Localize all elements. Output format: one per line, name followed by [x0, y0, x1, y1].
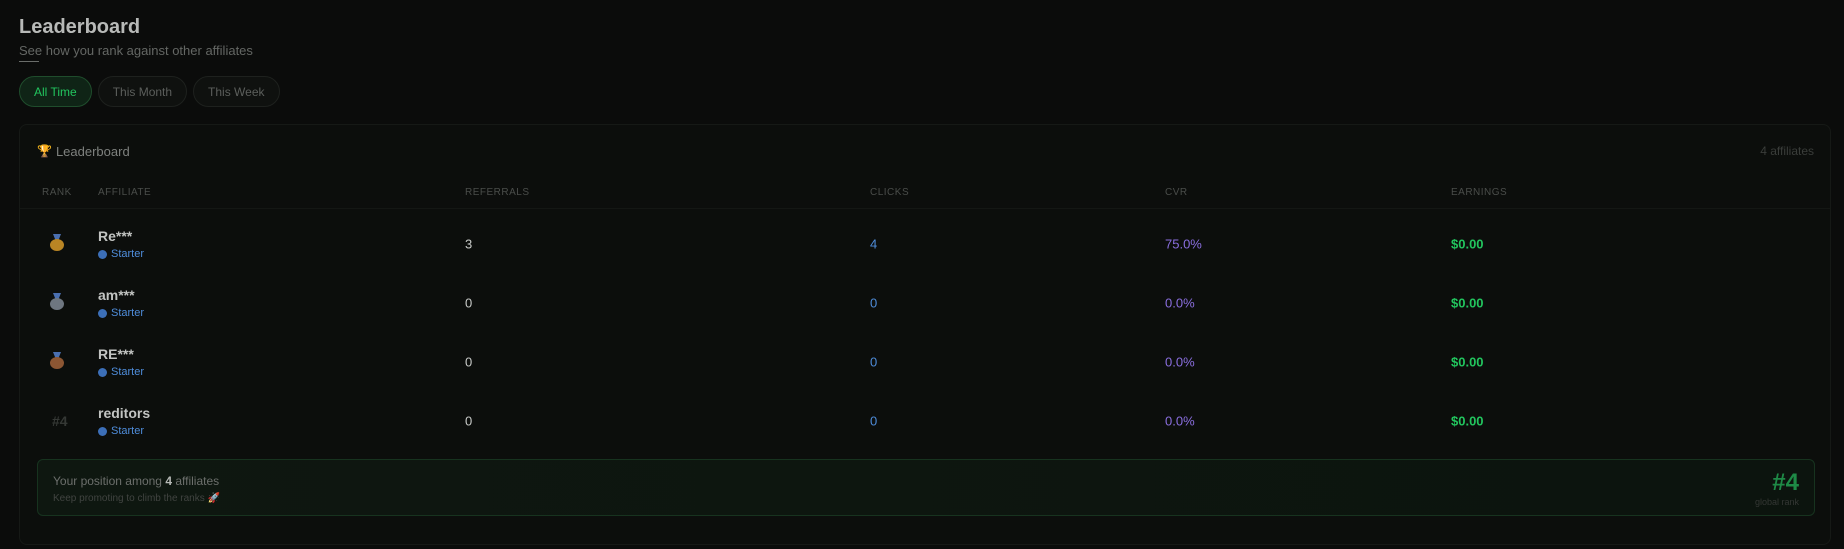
column-cvr: CVR — [1165, 187, 1188, 198]
referrals-value: 0 — [465, 354, 473, 370]
referrals-value: 0 — [465, 413, 473, 429]
affiliate-name: RE*** — [98, 346, 134, 362]
tier-badge: Starter — [98, 366, 144, 378]
cvr-value: 75.0% — [1165, 236, 1202, 252]
tier-label: Starter — [111, 307, 145, 319]
card-title: 🏆 Leaderboard — [37, 144, 130, 159]
earnings-value: $0.00 — [1451, 413, 1484, 429]
rank-number: #4 — [52, 413, 68, 429]
card-title-text: Leaderboard — [55, 143, 130, 159]
earnings-value: $0.00 — [1451, 236, 1484, 252]
your-position-panel: Your position among 4 affiliates Keep pr… — [37, 459, 1815, 516]
affiliate-count: 4 affiliates — [1760, 144, 1814, 158]
table-row[interactable]: #4 reditors Starter 0 0 0.0% $0.00 — [20, 392, 1830, 450]
page-subtitle: See how you rank against other affiliate… — [19, 43, 253, 62]
cvr-value: 0.0% — [1165, 413, 1195, 429]
global-rank-label: global rank — [1754, 497, 1799, 507]
position-hint: Keep promoting to climb the ranks 🚀 — [53, 493, 220, 504]
column-clicks: CLICKS — [870, 187, 910, 198]
referrals-value: 0 — [465, 295, 473, 311]
period-tabs: All Time This Month This Week — [19, 76, 1825, 107]
clicks-value: 0 — [870, 354, 878, 370]
page-title: Leaderboard — [19, 16, 141, 38]
tier-label: Starter — [111, 425, 145, 437]
tier-label: Starter — [111, 248, 145, 260]
affiliate-cell: RE*** Starter — [98, 346, 144, 378]
tier-dot-icon — [98, 367, 107, 377]
column-referrals: REFERRALS — [465, 187, 530, 198]
global-rank-value: #4 — [1772, 469, 1799, 496]
position-summary: Your position among 4 affiliates — [53, 474, 219, 488]
tier-dot-icon — [98, 308, 107, 318]
affiliate-name: am*** — [98, 287, 135, 303]
clicks-value: 4 — [870, 236, 878, 252]
position-prefix: Your position among — [53, 474, 162, 488]
table-row[interactable]: am*** Starter 0 0 0.0% $0.00 — [20, 274, 1830, 332]
leaderboard-page: Leaderboard See how you rank against oth… — [0, 0, 1844, 549]
trophy-icon: 🏆 — [37, 144, 52, 158]
referrals-value: 3 — [465, 236, 473, 252]
position-count: 4 — [165, 474, 172, 488]
column-earnings: EARNINGS — [1451, 187, 1508, 198]
card-header: 🏆 Leaderboard 4 affiliates — [37, 143, 1814, 159]
table-header: RANK AFFILIATE REFERRALS CLICKS CVR EARN… — [20, 187, 1830, 209]
position-suffix: affiliates — [175, 474, 220, 488]
affiliate-cell: reditors Starter — [98, 405, 150, 437]
earnings-value: $0.00 — [1451, 295, 1484, 311]
tier-dot-icon — [98, 426, 107, 436]
tab-this-month[interactable]: This Month — [97, 76, 188, 107]
tier-dot-icon — [98, 249, 107, 259]
clicks-value: 0 — [870, 413, 878, 429]
affiliate-name: reditors — [98, 405, 151, 421]
affiliate-cell: am*** Starter — [98, 287, 144, 319]
column-rank: RANK — [42, 187, 72, 198]
column-affiliate: AFFILIATE — [98, 187, 152, 198]
silver-medal-icon — [47, 293, 67, 313]
cvr-value: 0.0% — [1165, 354, 1195, 370]
table-row[interactable]: RE*** Starter 0 0 0.0% $0.00 — [20, 333, 1830, 391]
earnings-value: $0.00 — [1451, 354, 1484, 370]
tier-badge: Starter — [98, 248, 144, 260]
affiliate-name: Re*** — [98, 228, 133, 244]
clicks-value: 0 — [870, 295, 878, 311]
tab-all-time[interactable]: All Time — [19, 76, 92, 107]
tab-this-week[interactable]: This Week — [193, 76, 280, 107]
gold-medal-icon — [47, 234, 67, 254]
leaderboard-card: 🏆 Leaderboard 4 affiliates RANK AFFILIAT… — [19, 124, 1831, 545]
affiliate-cell: Re*** Starter — [98, 228, 144, 260]
bronze-medal-icon — [47, 352, 67, 372]
cvr-value: 0.0% — [1165, 295, 1195, 311]
tier-label: Starter — [111, 366, 145, 378]
table-row[interactable]: Re*** Starter 3 4 75.0% $0.00 — [20, 215, 1830, 273]
tier-badge: Starter — [98, 425, 150, 437]
tier-badge: Starter — [98, 307, 144, 319]
